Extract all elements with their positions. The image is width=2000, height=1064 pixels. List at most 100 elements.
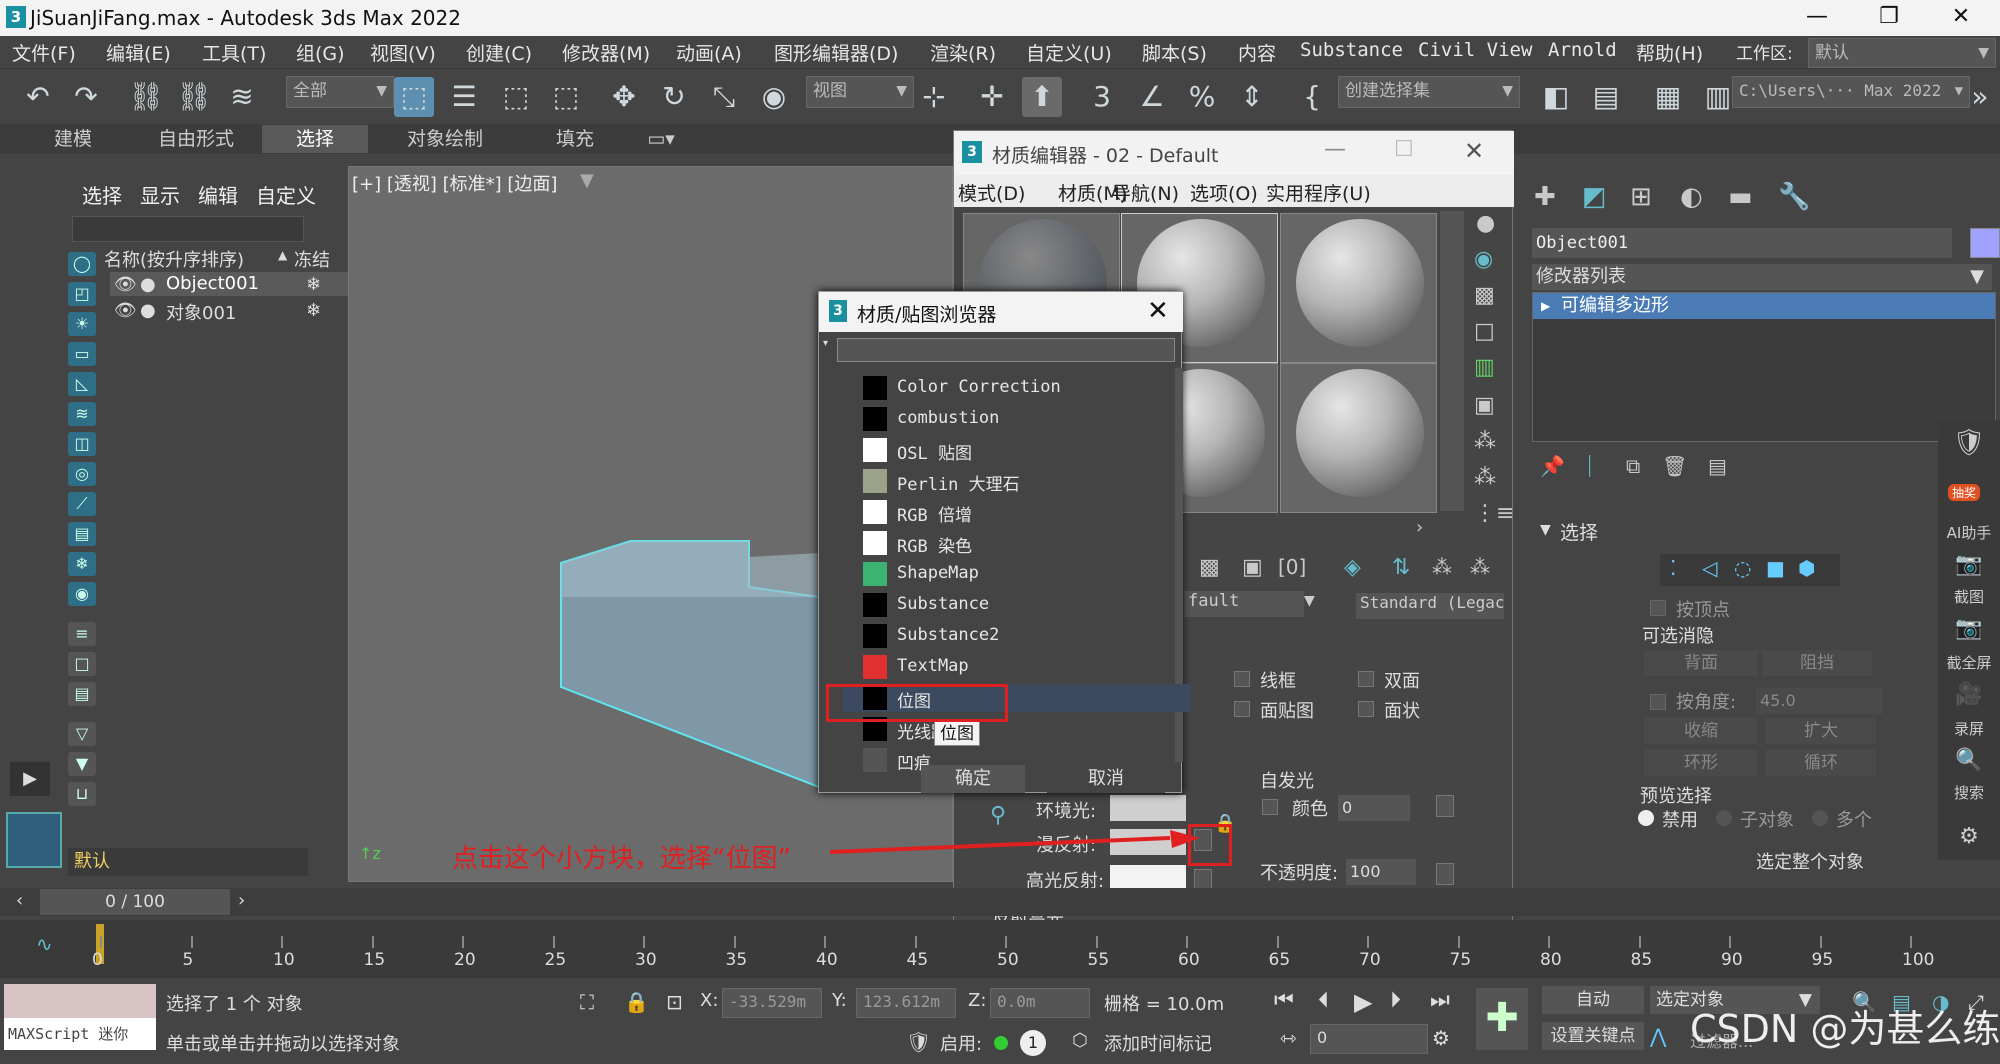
record-icon[interactable]: 🎥	[1938, 682, 2000, 707]
screenshot-icon[interactable]: 📷	[1938, 552, 2000, 577]
play-icon[interactable]: ▶	[1354, 988, 1372, 1016]
explorer-menu-select[interactable]: 选择	[82, 180, 122, 209]
display-xrefs-icon[interactable]: ◎	[68, 462, 96, 486]
menu-navigation[interactable]: 导航(N)	[1112, 179, 1179, 206]
menu-civil-view[interactable]: Civil View	[1418, 39, 1532, 61]
browser-options-icon[interactable]: ▾	[823, 338, 828, 349]
preview-multi-radio[interactable]	[1812, 810, 1828, 826]
rotate-icon[interactable]: ↻	[654, 77, 694, 117]
explorer-menu-customize[interactable]: 自定义	[256, 180, 316, 209]
occluded-button[interactable]: 阻挡	[1762, 650, 1872, 676]
select-by-material-icon[interactable]: ⁂	[1474, 465, 1496, 490]
display-tab-icon[interactable]: ▬	[1728, 182, 1753, 212]
sample-slot[interactable]	[1280, 363, 1437, 513]
redo-icon[interactable]: ↷	[66, 77, 106, 117]
menu-file[interactable]: 文件(F)	[12, 39, 76, 66]
options-icon[interactable]: ⁂	[1474, 429, 1496, 454]
pin-stack-icon[interactable]: 📌	[1540, 454, 1565, 478]
display-helpers-icon[interactable]: ◺	[68, 372, 96, 396]
list-icon[interactable]: ≡	[68, 622, 96, 646]
z-coordinate-field[interactable]: 0.0m	[990, 988, 1090, 1018]
menu-help[interactable]: 帮助(H)	[1636, 39, 1703, 66]
render-toggle-icon[interactable]: ●	[140, 274, 156, 295]
auto-key-button[interactable]: 自动	[1542, 986, 1644, 1014]
menu-modifiers[interactable]: 修改器(M)	[562, 39, 650, 66]
time-tag-icon[interactable]: ⬡	[1072, 1030, 1088, 1051]
cancel-button[interactable]: 取消	[1047, 765, 1165, 793]
menu-modes[interactable]: 模式(D)	[958, 179, 1025, 206]
add-time-tag[interactable]: 添加时间标记	[1104, 1030, 1212, 1056]
display-groups-icon[interactable]: ◫	[68, 432, 96, 456]
menu-animation[interactable]: 动画(A)	[676, 39, 742, 66]
doc-icon[interactable]: ▤	[68, 682, 96, 706]
display-lights-icon[interactable]: ☀	[68, 312, 96, 336]
make-unique-icon[interactable]: ⧉	[1626, 454, 1640, 478]
absolute-mode-icon[interactable]: ⊡	[666, 990, 683, 1014]
search-icon[interactable]: 🔍	[1938, 748, 2000, 773]
backface-button[interactable]: 背面	[1644, 650, 1758, 676]
name-column-header[interactable]: 名称(按升序排序)	[104, 246, 244, 272]
x-coordinate-field[interactable]: -33.529m	[722, 988, 822, 1018]
shield-icon[interactable]: 🛡	[1938, 428, 2000, 458]
window-crossing-icon[interactable]: ⬚	[546, 77, 586, 117]
show-end-result-icon[interactable]: ⏐	[1584, 454, 1595, 478]
hierarchy-tab-icon[interactable]: ⊞	[1630, 182, 1652, 212]
background-icon[interactable]: ▩	[1474, 283, 1495, 308]
modifier-stack-item[interactable]: ▶ 可编辑多边形	[1533, 293, 1995, 319]
sample-type-icon[interactable]: ●	[1476, 211, 1495, 236]
key-mode-icon[interactable]: ⇿	[1280, 1026, 1297, 1050]
ai-assistant-button[interactable]: AI助手	[1938, 522, 2000, 543]
ambient-color-swatch[interactable]	[1110, 795, 1186, 821]
browser-list-item[interactable]: Substance2	[843, 622, 1191, 650]
explorer-row[interactable]: 👁 ● 对象001 ❄	[110, 298, 352, 324]
loop-button[interactable]: 循环	[1766, 750, 1876, 776]
go-sibling-icon[interactable]: ⁂	[1470, 555, 1490, 579]
bind-spacewarp-icon[interactable]: ≋	[222, 77, 262, 117]
menu-tools[interactable]: 工具(T)	[202, 39, 266, 66]
lock-selection-icon[interactable]: 🔒	[624, 990, 649, 1014]
opacity-field[interactable]: 100	[1346, 859, 1416, 885]
display-none-icon[interactable]: ◯	[68, 252, 96, 276]
eye-icon[interactable]: 👁	[114, 274, 137, 295]
freeze-icon[interactable]: ❄	[306, 274, 321, 295]
preview-subobj-radio[interactable]	[1716, 810, 1732, 826]
add-key-icon[interactable]: ✚	[1476, 988, 1528, 1050]
menu-create[interactable]: 创建(C)	[466, 39, 532, 66]
edge-icon[interactable]: ◁	[1702, 556, 1717, 580]
video-color-check-icon[interactable]: ▥	[1474, 355, 1495, 380]
keyboard-shortcut-toggle-icon[interactable]: ⬆	[1022, 77, 1062, 117]
self-illum-value-field[interactable]: 0	[1338, 795, 1410, 821]
move-icon[interactable]: ✥	[604, 77, 644, 117]
layer-field[interactable]: 默认	[68, 848, 308, 876]
time-config-icon[interactable]: ⚙	[1432, 1026, 1450, 1050]
frozen-column-header[interactable]: 冻结	[294, 246, 330, 272]
chevron-down-icon[interactable]: ▼	[1304, 593, 1315, 609]
timeline[interactable]: ∿ 0 5 10 15 20 25 30 35 40 45 50 55 60 65 70 75 80 85 90 95…	[0, 920, 2000, 978]
backlight-icon[interactable]: ◉	[1474, 247, 1493, 272]
ribbon-options-icon[interactable]: ▭▾	[636, 125, 686, 153]
save-icon[interactable]: ▣	[1242, 555, 1263, 580]
motion-tab-icon[interactable]: ◐	[1680, 182, 1703, 212]
scale-icon[interactable]: ⤡	[704, 77, 744, 117]
project-path-dropdown[interactable]: C:\Users\··· Max 2022 ▼	[1732, 76, 1970, 108]
rectangular-selection-icon[interactable]: ⬚	[496, 77, 536, 117]
preview-off-radio[interactable]	[1638, 810, 1654, 826]
menu-views[interactable]: 视图(V)	[370, 39, 436, 66]
viewport-layout-icon[interactable]	[6, 812, 62, 868]
viewport-label[interactable]: [+] [透视] [标准*] [边面]	[352, 170, 557, 196]
wire-checkbox[interactable]	[1234, 671, 1250, 687]
unlink-icon[interactable]: ⛓	[174, 77, 214, 117]
menu-scripting[interactable]: 脚本(S)	[1142, 39, 1207, 66]
menu-content[interactable]: 内容	[1238, 39, 1276, 66]
overflow-icon[interactable]: »	[1960, 77, 2000, 117]
screenshot-button[interactable]: 截图	[1938, 586, 2000, 607]
material-navigator-icon[interactable]: ⋮≡	[1474, 501, 1514, 526]
next-frame-icon[interactable]: ›	[238, 890, 245, 911]
sample-slot[interactable]	[1280, 213, 1437, 363]
ring-button[interactable]: 环形	[1644, 750, 1758, 776]
menu-options[interactable]: 选项(O)	[1190, 179, 1258, 206]
align-icon[interactable]: ▤	[1586, 77, 1626, 117]
browser-list-item[interactable]: combustion	[843, 405, 1191, 433]
set-key-button[interactable]: 设置关键点	[1542, 1022, 1644, 1050]
self-illum-map-button[interactable]	[1436, 795, 1454, 817]
